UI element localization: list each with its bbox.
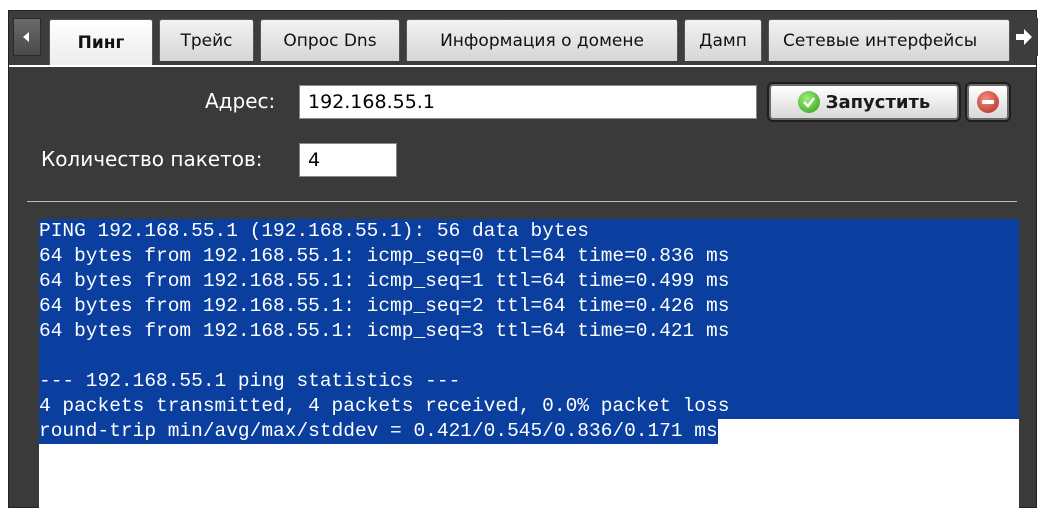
output-line-text: --- 192.168.55.1 ping statistics --- (39, 369, 1019, 394)
output-line: 4 packets transmitted, 4 packets receive… (39, 394, 1019, 419)
tab-domain-info[interactable]: Информация о домене (406, 19, 678, 61)
tab-trace[interactable]: Трейс (159, 19, 254, 61)
output-line: round-trip min/avg/max/stddev = 0.421/0.… (39, 419, 1019, 444)
stop-circle-icon (977, 91, 999, 113)
tab-dns-lookup[interactable]: Опрос Dns (260, 19, 400, 61)
output-line: 64 bytes from 192.168.55.1: icmp_seq=0 t… (39, 244, 1019, 269)
check-circle-icon (797, 91, 820, 113)
ping-output[interactable]: PING 192.168.55.1 (192.168.55.1): 56 dat… (39, 219, 1019, 509)
tab-bar: Пинг Трейс Опрос Dns Информация о домене… (9, 11, 1038, 65)
output-line-text: 64 bytes from 192.168.55.1: icmp_seq=2 t… (39, 294, 1019, 319)
output-line: 64 bytes from 192.168.55.1: icmp_seq=1 t… (39, 269, 1019, 294)
ping-form: Адрес: Запустить Количество пакетов: (9, 65, 1036, 195)
output-line-text: 64 bytes from 192.168.55.1: icmp_seq=1 t… (39, 269, 1019, 294)
tab-dump[interactable]: Дамп (684, 19, 762, 61)
arrow-right-icon (1016, 29, 1032, 45)
tab-label: Пинг (77, 32, 125, 53)
stop-button[interactable] (967, 84, 1009, 120)
packets-label: Количество пакетов: (41, 147, 263, 171)
output-line: --- 192.168.55.1 ping statistics --- (39, 369, 1019, 394)
arrow-left-icon (23, 32, 29, 42)
output-line: 64 bytes from 192.168.55.1: icmp_seq=2 t… (39, 294, 1019, 319)
tab-scroll-right-button[interactable] (1010, 18, 1038, 56)
address-input[interactable] (299, 85, 757, 119)
tab-label: Сетевые интерфейсы (783, 30, 978, 51)
address-label: Адрес: (205, 89, 276, 113)
output-line-text: 64 bytes from 192.168.55.1: icmp_seq=0 t… (39, 244, 1019, 269)
tab-ping[interactable]: Пинг (49, 19, 153, 65)
packets-count-input[interactable] (299, 143, 397, 177)
run-button-label: Запустить (825, 91, 931, 113)
output-line (39, 344, 1019, 369)
output-line: PING 192.168.55.1 (192.168.55.1): 56 dat… (39, 219, 1019, 244)
output-line: 64 bytes from 192.168.55.1: icmp_seq=3 t… (39, 319, 1019, 344)
divider (27, 201, 1017, 202)
network-tools-window: Пинг Трейс Опрос Dns Информация о домене… (8, 10, 1038, 509)
output-line-text: round-trip min/avg/max/stddev = 0.421/0.… (39, 419, 718, 444)
tab-label: Трейс (180, 30, 233, 51)
tab-network-interfaces[interactable]: Сетевые интерфейсы (768, 19, 1010, 61)
tab-label: Опрос Dns (283, 30, 377, 51)
tab-label: Дамп (699, 30, 747, 51)
output-line-text: 64 bytes from 192.168.55.1: icmp_seq=3 t… (39, 319, 1019, 344)
tab-label: Информация о домене (440, 30, 644, 51)
output-line-text: PING 192.168.55.1 (192.168.55.1): 56 dat… (39, 219, 1019, 244)
tab-scroll-left-button[interactable] (13, 18, 41, 56)
output-line-text: 4 packets transmitted, 4 packets receive… (39, 394, 1019, 419)
output-line-text (39, 344, 1019, 369)
run-button[interactable]: Запустить (769, 84, 959, 120)
